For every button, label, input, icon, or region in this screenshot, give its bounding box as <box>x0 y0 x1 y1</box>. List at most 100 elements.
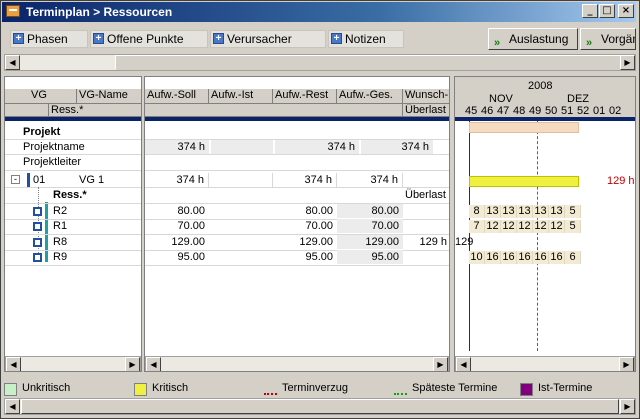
gantt-week-label: 48 <box>513 105 526 117</box>
left-grid-pane: VG VG-Name Ress.* Projekt Projektname Pr… <box>4 76 142 372</box>
resource-rest: 80.00 <box>305 205 333 217</box>
row-label-projekt: Projekt <box>23 126 61 138</box>
resource-load-cell: 12 <box>549 220 565 233</box>
col-header-ress[interactable]: Ress.* <box>49 104 141 117</box>
col-header-soll[interactable]: Aufw.-Soll <box>145 89 209 104</box>
scroll-left-button[interactable]: ◀ <box>146 357 161 371</box>
scroll-thumb[interactable] <box>21 399 619 414</box>
col-header-vgname[interactable]: VG-Name <box>77 89 141 104</box>
resource-name[interactable]: R8 <box>53 235 67 249</box>
resource-rest: 95.00 <box>305 251 333 263</box>
col-header-rest[interactable]: Aufw.-Rest <box>273 89 337 104</box>
tab-verursacher[interactable]: + Verursacher <box>210 30 326 48</box>
tab-notizen[interactable]: + Notizen <box>328 30 404 48</box>
gantt-year: 2008 <box>528 80 553 92</box>
vg-critical-bar[interactable] <box>469 176 579 187</box>
vorgaenge-button[interactable]: » Vorgän <box>580 28 636 50</box>
resource-wunsch: 129 h <box>419 236 447 248</box>
scroll-right-button[interactable]: ▶ <box>620 399 635 414</box>
row-label-projektleiter: Projektleiter <box>23 156 82 168</box>
resource-load-cell: 13 <box>517 205 533 218</box>
resource-load-cell: 16 <box>517 251 533 264</box>
resource-load-cell: 16 <box>501 251 517 264</box>
resource-ges: 129.00 <box>337 235 403 249</box>
auslastung-button[interactable]: » Auslastung <box>488 28 578 50</box>
gantt-week-label: 51 <box>561 105 574 117</box>
gantt-pane: 2008 NOV DEZ 45 46 47 48 49 50 51 52 01 02 129 h … <box>454 76 636 372</box>
plus-icon: + <box>93 33 104 44</box>
col-header-ges[interactable]: Aufw.-Ges. <box>337 89 403 104</box>
resource-name[interactable]: R9 <box>53 250 67 264</box>
maximize-button[interactable]: □ <box>599 4 615 18</box>
scroll-right-button[interactable]: ▶ <box>125 357 140 371</box>
toolbar: + Phasen + Offene Punkte + Verursacher + Not… <box>2 26 636 52</box>
legend-label: Unkritisch <box>22 382 71 394</box>
legend-label: Terminverzug <box>282 382 349 394</box>
resource-load-cell: 16 <box>533 251 549 264</box>
legend-swatch <box>4 383 17 396</box>
tab-phasen[interactable]: + Phasen <box>10 30 88 48</box>
resource-icon <box>33 207 42 216</box>
gantt-week-label: 50 <box>545 105 558 117</box>
col-header-ueberlast[interactable]: Überlast <box>403 104 449 117</box>
values-pane-scrollbar[interactable]: ◀ ▶ <box>145 356 449 371</box>
legend: Unkritisch Kritisch Terminverzug Späteste T… <box>2 378 636 398</box>
gantt-week-label: 52 <box>577 105 590 117</box>
scroll-right-button[interactable]: ▶ <box>619 357 634 371</box>
left-pane-scrollbar[interactable]: ◀ ▶ <box>5 356 141 371</box>
legend-label: Späteste Termine <box>412 382 498 394</box>
resource-load-cell: 12 <box>501 220 517 233</box>
bottom-horizontal-scrollbar[interactable]: ◀ ▶ <box>4 398 636 415</box>
gantt-pane-scrollbar[interactable]: ◀ ▶ <box>455 356 635 371</box>
scroll-left-button[interactable]: ◀ <box>5 55 20 70</box>
projektname-ges: 374 h <box>361 140 433 154</box>
scroll-left-button[interactable]: ◀ <box>6 357 21 371</box>
double-arrow-icon: » <box>586 37 593 49</box>
resource-soll: 95.00 <box>177 251 205 263</box>
collapse-icon[interactable]: - <box>11 175 20 184</box>
gantt-week-label: 02 <box>609 105 622 117</box>
scroll-left-button[interactable]: ◀ <box>456 357 471 371</box>
top-horizontal-scrollbar[interactable]: ◀ ▶ <box>4 54 636 71</box>
vg-soll: 374 h <box>145 173 209 187</box>
legend-swatch <box>264 393 277 396</box>
resource-ges: 95.00 <box>337 250 403 264</box>
projektname-soll: 374 h <box>145 140 209 154</box>
resource-load-cell: 12 <box>517 220 533 233</box>
gantt-week-label: 01 <box>593 105 606 117</box>
resource-soll: 80.00 <box>177 205 205 217</box>
resource-soll: 70.00 <box>177 220 205 232</box>
resource-load-cell: 13 <box>501 205 517 218</box>
resource-ges: 80.00 <box>337 204 403 218</box>
close-button[interactable]: × <box>618 4 634 18</box>
values-grid-pane: Aufw.-Soll Aufw.-Ist Aufw.-Rest Aufw.-Ge… <box>144 76 450 372</box>
projekt-bar[interactable] <box>469 122 579 133</box>
minimize-button[interactable]: _ <box>582 4 598 18</box>
vg-name: VG 1 <box>79 174 105 186</box>
resource-load-cell: 13 <box>485 205 501 218</box>
resource-load-cell: 5 <box>565 220 581 233</box>
vg-rest: 374 h <box>273 173 337 187</box>
tab-offene-punkte[interactable]: + Offene Punkte <box>90 30 208 48</box>
scroll-right-button[interactable]: ▶ <box>620 55 635 70</box>
vg-number: 01 <box>33 174 46 186</box>
resource-load-cell: 16 <box>549 251 565 264</box>
plus-icon: + <box>331 33 342 44</box>
legend-label: Kritisch <box>152 382 189 394</box>
col-header-ist[interactable]: Aufw.-Ist <box>209 89 273 104</box>
resource-load-cell: 13 <box>533 205 549 218</box>
ress-subheader: Ress.* <box>53 189 87 201</box>
gantt-week-label: 49 <box>529 105 542 117</box>
resource-rest: 70.00 <box>305 220 333 232</box>
vg-ges: 374 h <box>337 173 403 187</box>
app-icon <box>6 5 20 17</box>
col-header-vg[interactable]: VG <box>29 89 77 104</box>
scroll-left-button[interactable]: ◀ <box>5 399 20 414</box>
resource-name[interactable]: R1 <box>53 219 67 233</box>
resource-load-cell: 10 <box>469 251 485 264</box>
legend-label: Ist-Termine <box>538 382 593 394</box>
scroll-right-button[interactable]: ▶ <box>433 357 448 371</box>
scroll-thumb[interactable] <box>115 55 635 70</box>
resource-name[interactable]: R2 <box>53 204 67 218</box>
col-header-wunsch[interactable]: Wunsch- <box>403 89 449 104</box>
